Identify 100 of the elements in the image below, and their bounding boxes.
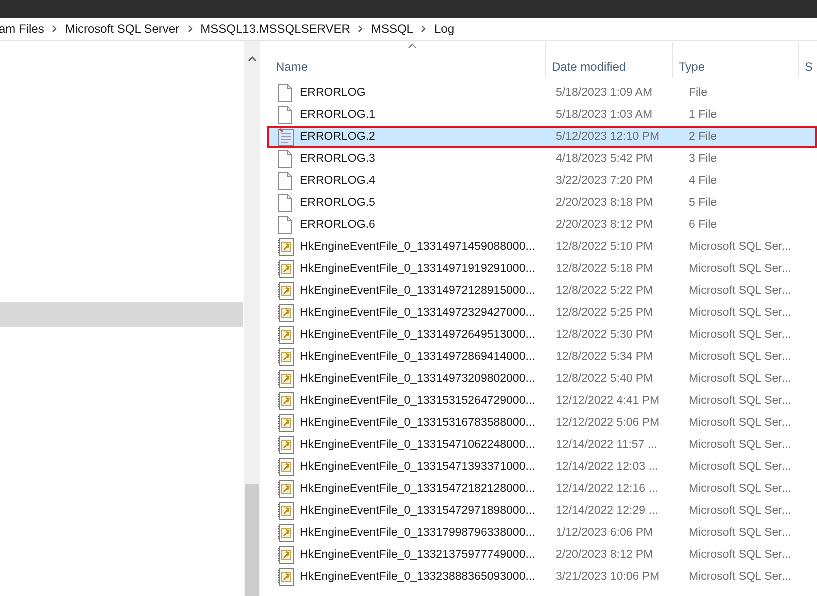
file-name: HkEngineEventFile_0_13315472971898000... <box>300 505 536 517</box>
file-row[interactable]: HkEngineEventFile_0_13314971459088000... 12/8/2022 5:10 PM Microsoft SQL Ser... <box>267 236 817 258</box>
file-name: HkEngineEventFile_0_13315316783588000... <box>300 417 536 429</box>
file-name: HkEngineEventFile_0_13314971459088000... <box>300 241 536 253</box>
file-row[interactable]: ERRORLOG.4 3/22/2023 7:20 PM 4 File <box>267 170 817 192</box>
chevron-right-icon <box>358 25 364 33</box>
file-type: File <box>689 87 709 99</box>
file-row[interactable]: ERRORLOG.1 5/18/2023 1:03 AM 1 File <box>267 104 817 126</box>
file-name: HkEngineEventFile_0_13314972329427000... <box>300 307 536 319</box>
file-row[interactable]: HkEngineEventFile_0_13314971919291000... 12/8/2022 5:18 PM Microsoft SQL Ser... <box>267 258 817 280</box>
date-modified: 1/12/2023 6:06 PM <box>556 527 654 539</box>
file-name: HkEngineEventFile_0_13315471393371000... <box>300 461 536 473</box>
file-row[interactable]: HkEngineEventFile_0_13315471062248000... 12/14/2022 11:57 ... Microsoft SQL Ser... <box>267 434 817 456</box>
file-row[interactable]: HkEngineEventFile_0_13314973209802000... 12/8/2022 5:40 PM Microsoft SQL Ser... <box>267 368 817 390</box>
file-row[interactable]: HkEngineEventFile_0_13314972128915000... 12/8/2022 5:22 PM Microsoft SQL Ser... <box>267 280 817 302</box>
file-name: ERRORLOG.2 <box>300 131 376 143</box>
file-row[interactable]: ERRORLOG.5 2/20/2023 8:18 PM 5 File <box>267 192 817 214</box>
column-header[interactable]: Date modified <box>546 42 673 78</box>
file-name: ERRORLOG <box>300 87 367 99</box>
file-type: Microsoft SQL Ser... <box>689 483 792 495</box>
file-row[interactable]: ERRORLOG.2 5/12/2023 12:10 PM 2 File <box>267 126 817 148</box>
breadcrumb-item[interactable]: MSSQL13.MSSQLSERVER <box>200 22 350 36</box>
file-type: Microsoft SQL Ser... <box>689 285 792 297</box>
script-file-icon <box>278 502 294 520</box>
file-type: Microsoft SQL Ser... <box>689 505 792 517</box>
file-row[interactable]: HkEngineEventFile_0_13315472971898000... 12/14/2022 12:29 ... Microsoft SQL Ser... <box>267 500 817 522</box>
file-type: 2 File <box>689 131 718 143</box>
date-modified: 4/18/2023 5:42 PM <box>556 153 654 165</box>
file-row[interactable]: ERRORLOG.6 2/20/2023 8:12 PM 6 File <box>267 214 817 236</box>
script-file-icon <box>278 282 294 300</box>
file-type: Microsoft SQL Ser... <box>689 417 792 429</box>
file-row[interactable]: HkEngineEventFile_0_13314972869414000... 12/8/2022 5:34 PM Microsoft SQL Ser... <box>267 346 817 368</box>
date-modified: 12/8/2022 5:25 PM <box>556 307 654 319</box>
document-icon <box>278 172 292 190</box>
breadcrumb-item[interactable]: Log <box>434 22 454 36</box>
chevron-right-icon <box>188 25 193 33</box>
script-file-icon <box>278 326 294 344</box>
date-modified: 2/20/2023 8:12 PM <box>556 219 654 231</box>
breadcrumb-item[interactable]: Microsoft SQL Server <box>65 22 180 36</box>
file-name: HkEngineEventFile_0_13314973209802000... <box>300 373 536 385</box>
file-name: HkEngineEventFile_0_13315471062248000... <box>300 439 536 451</box>
file-type: 4 File <box>689 175 718 187</box>
file-row[interactable]: HkEngineEventFile_0_13315472182128000... 12/14/2022 12:16 ... Microsoft SQL Ser... <box>267 478 817 500</box>
sort-caret-icon <box>408 43 416 49</box>
script-file-icon <box>278 260 294 278</box>
file-row[interactable]: HkEngineEventFile_0_13315315264729000... 12/12/2022 4:41 PM Microsoft SQL Ser... <box>267 390 817 412</box>
file-name: ERRORLOG.3 <box>300 153 376 165</box>
date-modified: 2/20/2023 8:18 PM <box>556 197 654 209</box>
document-icon <box>278 194 292 212</box>
date-modified: 12/8/2022 5:30 PM <box>556 329 654 341</box>
date-modified: 5/18/2023 1:03 AM <box>556 109 654 121</box>
chevron-right-icon <box>52 25 58 33</box>
file-row[interactable]: HkEngineEventFile_0_13314972649513000... 12/8/2022 5:30 PM Microsoft SQL Ser... <box>267 324 817 346</box>
script-file-icon <box>278 392 294 410</box>
date-modified: 12/12/2022 5:06 PM <box>556 417 661 429</box>
file-row[interactable]: ERRORLOG 5/18/2023 1:09 AM File <box>267 82 817 104</box>
file-row[interactable]: HkEngineEventFile_0_13317998796338000... 1/12/2023 6:06 PM Microsoft SQL Ser... <box>267 522 817 544</box>
scroll-thumb[interactable] <box>245 484 259 596</box>
file-type: Microsoft SQL Ser... <box>689 263 792 275</box>
file-row[interactable]: HkEngineEventFile_0_13315471393371000... 12/14/2022 12:03 ... Microsoft SQL Ser... <box>267 456 817 478</box>
file-row[interactable]: HkEngineEventFile_0_13321375977749000... 2/20/2023 8:12 PM Microsoft SQL Ser... <box>267 544 817 566</box>
file-row[interactable]: HkEngineEventFile_0_13315316783588000... 12/12/2022 5:06 PM Microsoft SQL Ser... <box>267 412 817 434</box>
document-icon <box>278 84 292 102</box>
script-file-icon <box>278 414 294 432</box>
file-row[interactable]: HkEngineEventFile_0_13323888365093000... 3/21/2023 10:06 PM Microsoft SQL Ser... <box>267 566 817 588</box>
column-header[interactable]: Name <box>270 42 546 78</box>
script-file-icon <box>278 370 294 388</box>
breadcrumb-item[interactable]: MSSQL <box>371 22 414 36</box>
file-name: HkEngineEventFile_0_13315472182128000... <box>300 483 536 495</box>
file-type: Microsoft SQL Ser... <box>689 439 792 451</box>
file-type: Microsoft SQL Ser... <box>689 549 792 561</box>
file-type: 1 File <box>689 109 718 121</box>
file-row[interactable]: HkEngineEventFile_0_13314972329427000... 12/8/2022 5:25 PM Microsoft SQL Ser... <box>267 302 817 324</box>
script-file-icon <box>278 436 294 454</box>
file-row[interactable]: ERRORLOG.3 4/18/2023 5:42 PM 3 File <box>267 148 817 170</box>
file-type: Microsoft SQL Ser... <box>689 395 792 407</box>
file-name: HkEngineEventFile_0_13323888365093000... <box>300 571 536 583</box>
column-header[interactable]: Type <box>673 42 799 78</box>
file-type: Microsoft SQL Ser... <box>689 571 792 583</box>
file-name: HkEngineEventFile_0_13314972649513000... <box>300 329 536 341</box>
file-name: HkEngineEventFile_0_13321375977749000... <box>300 549 536 561</box>
file-name: HkEngineEventFile_0_13314971919291000... <box>300 263 536 275</box>
file-type: 3 File <box>689 153 718 165</box>
file-type: Microsoft SQL Ser... <box>689 373 792 385</box>
script-file-icon <box>278 524 294 542</box>
script-file-icon <box>278 480 294 498</box>
script-file-icon <box>278 546 294 564</box>
navigation-item[interactable] <box>0 302 243 327</box>
file-name: ERRORLOG.4 <box>300 175 376 187</box>
column-header[interactable]: S <box>799 42 817 78</box>
script-file-icon <box>278 348 294 366</box>
scrollbar[interactable] <box>244 41 260 596</box>
script-file-icon <box>278 568 294 586</box>
date-modified: 12/8/2022 5:18 PM <box>556 263 654 275</box>
date-modified: 12/8/2022 5:40 PM <box>556 373 654 385</box>
date-modified: 2/20/2023 8:12 PM <box>556 549 654 561</box>
text-document-icon <box>278 128 294 146</box>
document-icon <box>278 106 292 124</box>
file-type: Microsoft SQL Ser... <box>689 307 792 319</box>
date-modified: 12/14/2022 12:29 ... <box>556 505 660 517</box>
